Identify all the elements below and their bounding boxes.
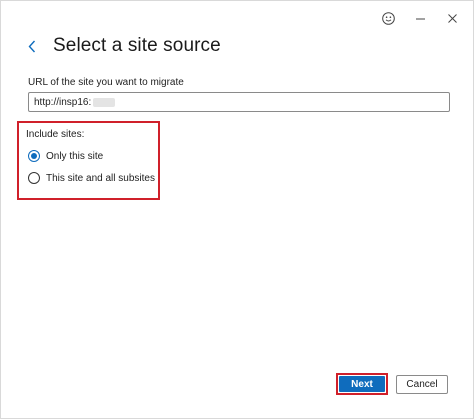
url-field-label: URL of the site you want to migrate	[28, 77, 184, 88]
smiley-feedback-icon[interactable]	[381, 11, 395, 25]
radio-only-this-site[interactable]: Only this site	[28, 150, 103, 162]
back-chevron-icon[interactable]	[25, 36, 39, 56]
redacted-text	[93, 97, 116, 107]
radio-button-unchecked[interactable]	[28, 172, 40, 184]
next-button-highlight: Next	[336, 373, 388, 395]
radio-label: This site and all subsites	[46, 172, 155, 184]
close-icon[interactable]	[445, 11, 459, 25]
radio-button-checked[interactable]	[28, 150, 40, 162]
page-title: Select a site source	[53, 35, 221, 56]
titlebar-controls	[381, 11, 459, 25]
radio-label: Only this site	[46, 150, 104, 162]
dialog-footer: Next Cancel	[336, 373, 448, 395]
radio-site-and-subsites[interactable]: This site and all subsites	[28, 172, 155, 184]
url-input-value: http://insp16:	[34, 96, 92, 108]
cancel-button[interactable]: Cancel	[396, 374, 448, 394]
next-button[interactable]: Next	[339, 376, 385, 392]
url-input[interactable]: http://insp16:	[28, 92, 450, 112]
migration-dialog: Select a site source URL of the site you…	[0, 0, 474, 419]
include-sites-label: Include sites:	[26, 129, 85, 140]
page-header: Select a site source	[25, 35, 221, 57]
minimize-icon[interactable]	[413, 11, 427, 25]
